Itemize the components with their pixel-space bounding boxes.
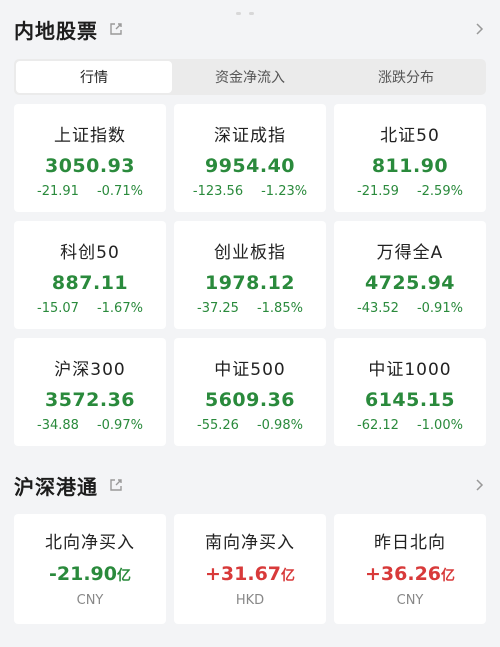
flow-currency: CNY — [76, 593, 104, 608]
index-pct: -1.00% — [416, 418, 463, 433]
index-price: 887.11 — [51, 272, 129, 294]
index-price: 3572.36 — [44, 389, 136, 411]
index-price: 1978.12 — [204, 272, 296, 294]
index-name: 北证50 — [380, 126, 440, 146]
index-name: 中证1000 — [368, 360, 452, 380]
flow-row: 北向净买入 -21.90亿 CNY 南向净买入 +31.67亿 HKD 昨日北向… — [14, 514, 486, 624]
section-title: 内地股票 — [14, 18, 98, 43]
index-card[interactable]: 中证500 5609.36 -55.26 -0.98% — [174, 338, 326, 446]
index-change: -62.12 — [357, 418, 399, 433]
index-row: 上证指数 3050.93 -21.91 -0.71% 深证成指 9954.40 -… — [14, 104, 486, 212]
index-name: 中证500 — [214, 360, 286, 380]
flow-name: 昨日北向 — [374, 533, 446, 553]
index-card[interactable]: 万得全A 4725.94 -43.52 -0.91% — [334, 221, 486, 329]
external-link-icon[interactable] — [108, 21, 124, 37]
index-pct: -0.71% — [96, 184, 143, 199]
section-title: 沪深港通 — [14, 474, 98, 499]
flow-currency: HKD — [235, 593, 265, 608]
flow-card[interactable]: 南向净买入 +31.67亿 HKD — [174, 514, 326, 624]
index-name: 创业板指 — [214, 243, 286, 263]
index-price: 6145.15 — [364, 389, 456, 411]
index-change: -123.56 — [192, 184, 244, 199]
flow-card[interactable]: 北向净买入 -21.90亿 CNY — [14, 514, 166, 624]
tab-distribution[interactable]: 涨跌分布 — [328, 61, 484, 93]
index-name: 上证指数 — [54, 126, 126, 146]
index-pct: -0.98% — [256, 418, 303, 433]
section-header-stock-connect[interactable]: 沪深港通 — [14, 468, 486, 502]
flow-currency: CNY — [396, 593, 424, 608]
chevron-right-icon[interactable] — [472, 22, 486, 36]
page-indicator — [236, 0, 266, 15]
index-price: 811.90 — [371, 155, 449, 177]
index-name: 科创50 — [60, 243, 120, 263]
index-price: 9954.40 — [204, 155, 296, 177]
index-pct: -1.23% — [261, 184, 308, 199]
index-card[interactable]: 上证指数 3050.93 -21.91 -0.71% — [14, 104, 166, 212]
index-pct: -1.85% — [256, 301, 303, 316]
index-name: 深证成指 — [214, 126, 286, 146]
index-name: 沪深300 — [54, 360, 126, 380]
flow-name: 南向净买入 — [205, 533, 295, 553]
index-change: -55.26 — [197, 418, 239, 433]
index-card[interactable]: 沪深300 3572.36 -34.88 -0.97% — [14, 338, 166, 446]
index-change: -21.59 — [357, 184, 399, 199]
index-change: -43.52 — [357, 301, 399, 316]
index-pct: -1.67% — [96, 301, 143, 316]
index-price: 3050.93 — [44, 155, 136, 177]
index-change: -21.91 — [37, 184, 79, 199]
index-price: 4725.94 — [364, 272, 456, 294]
external-link-icon[interactable] — [108, 477, 124, 493]
index-row: 科创50 887.11 -15.07 -1.67% 创业板指 1978.12 -3… — [14, 221, 486, 329]
index-row: 沪深300 3572.36 -34.88 -0.97% 中证500 5609.36… — [14, 338, 486, 446]
index-change: -15.07 — [37, 301, 79, 316]
index-change: -34.88 — [37, 418, 79, 433]
flow-name: 北向净买入 — [45, 533, 135, 553]
tab-net-inflow[interactable]: 资金净流入 — [172, 61, 328, 93]
section-header-mainland-stocks[interactable]: 内地股票 — [14, 12, 486, 46]
index-card[interactable]: 北证50 811.90 -21.59 -2.59% — [334, 104, 486, 212]
flow-value: +31.67亿 — [204, 563, 296, 585]
index-price: 5609.36 — [204, 389, 296, 411]
flow-card[interactable]: 昨日北向 +36.26亿 CNY — [334, 514, 486, 624]
index-card[interactable]: 科创50 887.11 -15.07 -1.67% — [14, 221, 166, 329]
index-pct: -0.91% — [416, 301, 463, 316]
tab-market[interactable]: 行情 — [16, 61, 172, 93]
index-pct: -2.59% — [416, 184, 463, 199]
flow-value: +36.26亿 — [364, 563, 456, 585]
index-card[interactable]: 创业板指 1978.12 -37.25 -1.85% — [174, 221, 326, 329]
index-card[interactable]: 中证1000 6145.15 -62.12 -1.00% — [334, 338, 486, 446]
index-change: -37.25 — [197, 301, 239, 316]
tab-bar: 行情 资金净流入 涨跌分布 — [14, 59, 486, 95]
index-name: 万得全A — [376, 243, 444, 263]
chevron-right-icon[interactable] — [472, 478, 486, 492]
index-pct: -0.97% — [96, 418, 143, 433]
flow-value: -21.90亿 — [49, 563, 131, 585]
index-card[interactable]: 深证成指 9954.40 -123.56 -1.23% — [174, 104, 326, 212]
